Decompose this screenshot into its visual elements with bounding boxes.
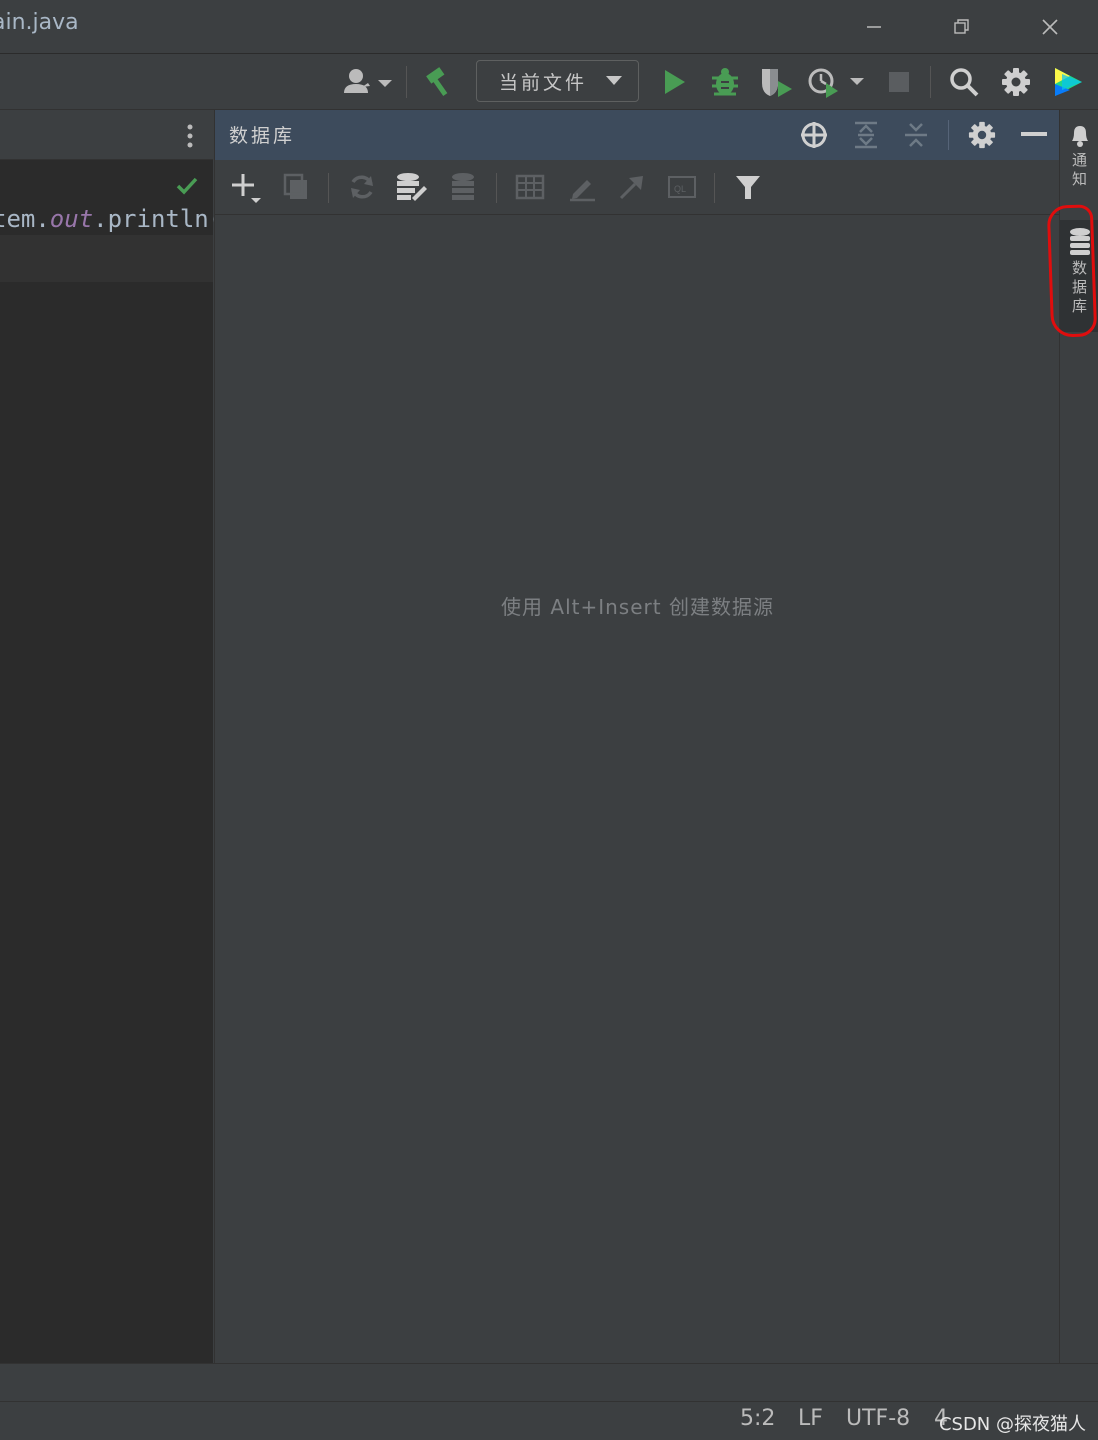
- coverage-button[interactable]: [756, 62, 796, 102]
- run-icon: [665, 70, 685, 94]
- minimize-icon: [867, 26, 881, 28]
- database-tree-area[interactable]: 使用 Alt+Insert 创建数据源: [214, 215, 1059, 1363]
- coverage-icon: [762, 69, 792, 97]
- settings-icon: [1002, 68, 1030, 96]
- toolbar-separator: [930, 66, 931, 98]
- code-field-out: out: [49, 205, 94, 233]
- collapse-all-button: [899, 118, 933, 152]
- restore-button[interactable]: [942, 10, 982, 44]
- code-text: tem.: [0, 205, 50, 233]
- editor-tab-bar: [0, 110, 213, 160]
- database-panel-header: 数据库: [214, 110, 1059, 160]
- edit-button: [565, 170, 599, 204]
- code-editor[interactable]: tem.out.println(: [0, 160, 223, 1363]
- current-line-highlight: [0, 235, 213, 282]
- stop-button: [882, 62, 916, 102]
- annotation-highlight: [1046, 204, 1098, 338]
- window-title: ain.java: [0, 10, 79, 35]
- hide-panel-button[interactable]: [1017, 118, 1051, 152]
- query-console-icon: QL: [668, 176, 696, 198]
- bell-icon: [1071, 126, 1088, 147]
- debug-button[interactable]: [706, 62, 744, 102]
- run-configuration-dropdown[interactable]: 当前文件: [476, 60, 639, 102]
- notifications-tool-button[interactable]: 通知: [1060, 122, 1098, 190]
- data-source-properties-icon: [397, 173, 427, 201]
- search-icon: [950, 68, 979, 97]
- jetbrains-logo-icon: [1055, 68, 1082, 96]
- vcs-user-button[interactable]: [338, 62, 394, 102]
- query-console-button: QL: [665, 170, 699, 204]
- refresh-icon: [351, 175, 373, 199]
- vcs-user-icon: [344, 69, 392, 93]
- minimize-button[interactable]: [854, 10, 894, 44]
- toolbar-separator: [714, 173, 715, 203]
- search-button[interactable]: [944, 62, 984, 102]
- stop-icon: [889, 72, 909, 92]
- table-editor-button: [513, 170, 547, 204]
- run-button[interactable]: [656, 62, 692, 102]
- refresh-button: [345, 170, 379, 204]
- toolbar-separator: [328, 173, 329, 203]
- title-bar: ain.java: [0, 0, 1098, 54]
- header-separator: [948, 120, 949, 150]
- settings-button[interactable]: [996, 62, 1036, 102]
- edit-icon: [570, 180, 595, 202]
- schemas-button: [447, 170, 481, 204]
- debug-icon: [712, 68, 738, 96]
- inspection-ok-icon: [176, 177, 198, 195]
- settings-icon: [968, 121, 996, 149]
- svg-text:QL: QL: [674, 184, 686, 194]
- add-data-source-button[interactable]: [229, 170, 263, 204]
- restore-icon: [954, 19, 969, 34]
- more-vertical-icon: [187, 124, 193, 148]
- schemas-icon: [452, 173, 474, 200]
- line-separator[interactable]: LF: [798, 1406, 823, 1431]
- code-line: tem.out.println(: [0, 205, 223, 233]
- panel-title: 数据库: [229, 125, 296, 147]
- profile-button[interactable]: [806, 62, 870, 102]
- chevron-down-icon: [606, 76, 622, 85]
- add-icon: [232, 174, 261, 203]
- database-toolbar: QL: [214, 160, 1059, 215]
- build-hammer-icon: [426, 67, 448, 96]
- toolbar-separator: [496, 173, 497, 203]
- watermark: CSDN @探夜猫人: [938, 1414, 1086, 1435]
- filter-button[interactable]: [731, 170, 765, 204]
- code-text: .println(: [93, 205, 224, 233]
- notifications-label: 通知: [1070, 152, 1088, 190]
- file-encoding[interactable]: UTF-8: [846, 1406, 910, 1431]
- empty-state-hint: 使用 Alt+Insert 创建数据源: [501, 595, 774, 619]
- close-icon: [1042, 19, 1058, 35]
- locate-button[interactable]: [797, 118, 831, 152]
- build-button[interactable]: [420, 62, 460, 102]
- caret-position[interactable]: 5:2: [740, 1406, 775, 1431]
- run-config-label: 当前文件: [499, 71, 588, 94]
- jump-to-source-button: [615, 170, 649, 204]
- duplicate-icon: [283, 173, 307, 199]
- expand-all-button: [849, 118, 883, 152]
- table-editor-icon: [515, 174, 545, 200]
- jetbrains-logo-button[interactable]: [1048, 62, 1088, 102]
- filter-icon: [736, 176, 760, 199]
- toolbar-separator: [406, 66, 407, 98]
- jump-to-source-icon: [619, 176, 643, 200]
- more-options-button[interactable]: [180, 122, 200, 150]
- expand-all-icon: [855, 121, 877, 149]
- close-button[interactable]: [1030, 10, 1070, 44]
- locate-icon: [801, 122, 827, 148]
- panel-settings-button[interactable]: [965, 118, 999, 152]
- data-source-properties-button[interactable]: [395, 170, 429, 204]
- profile-icon: [808, 68, 864, 98]
- collapse-all-icon: [905, 123, 927, 147]
- tool-window-bar: [0, 1363, 1098, 1401]
- status-bar: 5:2 LF UTF-8 4 CSDN @探夜猫人: [0, 1401, 1098, 1440]
- duplicate-button: [279, 170, 313, 204]
- minimize-icon: [1021, 132, 1047, 136]
- main-toolbar: 当前文件: [0, 54, 1098, 110]
